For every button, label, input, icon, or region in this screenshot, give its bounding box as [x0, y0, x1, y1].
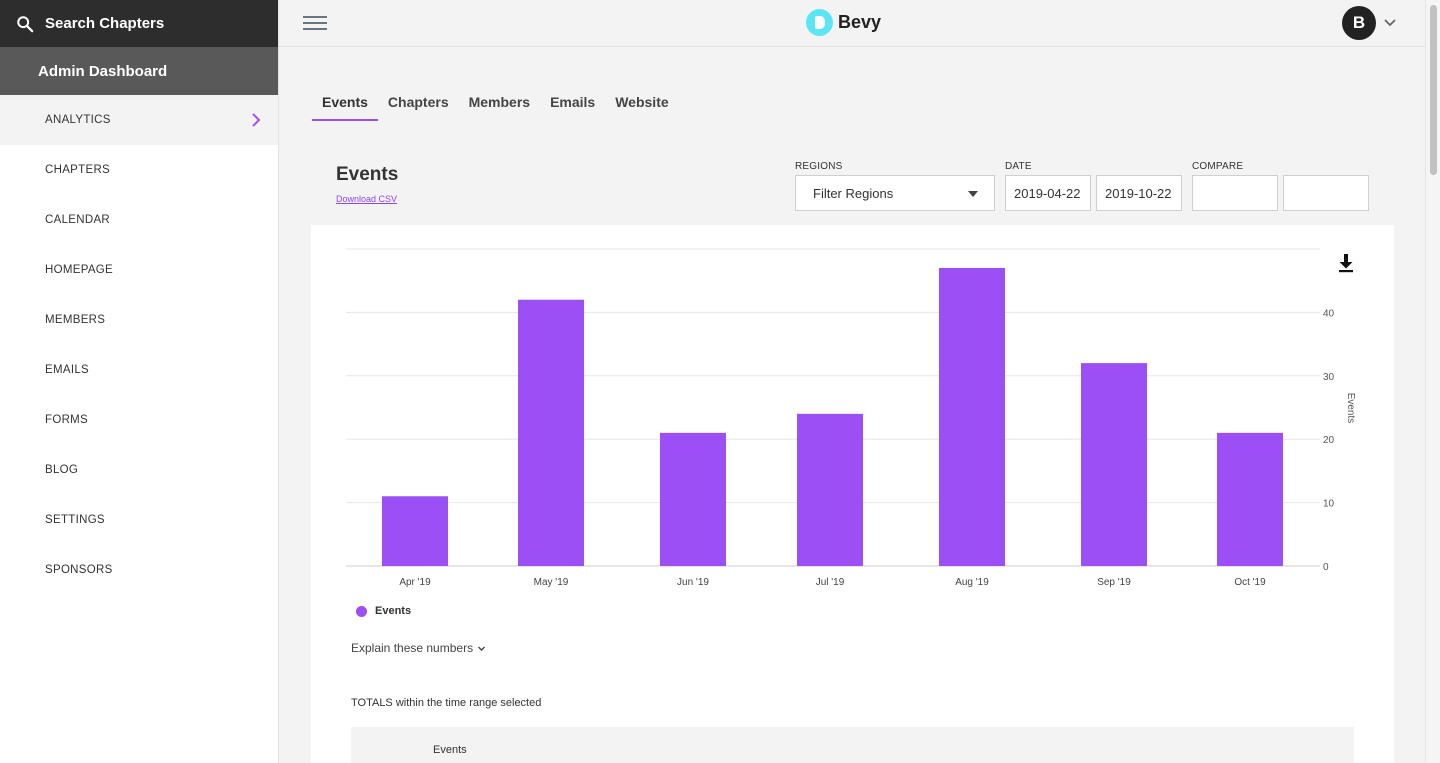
bevy-logo-icon [806, 9, 833, 36]
regions-select[interactable]: Filter Regions [795, 175, 995, 211]
avatar[interactable]: B [1342, 6, 1376, 40]
sidebar-item-label: SPONSORS [45, 564, 113, 576]
tab-emails[interactable]: Emails [540, 86, 605, 121]
sidebar-item-homepage[interactable]: HOMEPAGE [0, 245, 278, 295]
sidebar-item-label: CALENDAR [45, 214, 111, 226]
admin-dashboard-header[interactable]: Admin Dashboard [0, 47, 278, 95]
sidebar-item-emails[interactable]: EMAILS [0, 345, 278, 395]
x-tick-label: May '19 [534, 577, 569, 588]
bar [1217, 432, 1283, 566]
chevron-down-icon [478, 646, 486, 651]
sidebar-item-forms[interactable]: FORMS [0, 395, 278, 445]
caret-down-icon [968, 191, 978, 197]
date-start-input[interactable]: 2019-04-22 [1005, 175, 1091, 211]
download-icon[interactable] [1338, 253, 1354, 273]
tab-members[interactable]: Members [459, 86, 540, 121]
avatar-initial: B [1352, 13, 1366, 32]
explain-numbers-toggle[interactable]: Explain these numbers [351, 641, 486, 655]
chart-legend[interactable]: Events [356, 605, 411, 617]
bar [1081, 363, 1147, 566]
y-tick-label: 20 [1323, 435, 1335, 446]
totals-table: Events [351, 727, 1354, 763]
sidebar-item-members[interactable]: MEMBERS [0, 295, 278, 345]
sidebar-item-sponsors[interactable]: SPONSORS [0, 545, 278, 595]
download-csv-link[interactable]: Download CSV [336, 194, 397, 204]
y-tick-label: 40 [1323, 308, 1335, 319]
compare-start-input[interactable] [1192, 175, 1278, 211]
sidebar-item-label: CHAPTERS [45, 164, 111, 176]
bevy-logo[interactable]: Bevy [806, 9, 881, 36]
sidebar-item-calendar[interactable]: CALENDAR [0, 195, 278, 245]
y-tick-label: 30 [1323, 372, 1335, 383]
events-bar-chart: 0 10 20 30 40 Events Apr '19 May '19 Jun '19 Jul … [346, 248, 1356, 588]
sidebar-item-label: BLOG [45, 464, 79, 476]
date-end-input[interactable]: 2019-10-22 [1096, 175, 1182, 211]
chevron-right-icon [252, 113, 261, 127]
sidebar-item-label: HOMEPAGE [45, 264, 114, 276]
compare-label: COMPARE [1192, 161, 1244, 172]
page-scrollbar[interactable] [1425, 0, 1440, 763]
bar [518, 299, 584, 566]
sidebar-item-label: ANALYTICS [45, 114, 111, 126]
bar [939, 268, 1005, 566]
regions-select-value: Filter Regions [813, 185, 894, 201]
analytics-tabs: Events Chapters Members Emails Website [312, 86, 679, 121]
scrollbar-thumb[interactable] [1430, 5, 1437, 175]
x-tick-label: Apr '19 [399, 577, 431, 588]
date-end-value: 2019-10-22 [1105, 185, 1172, 201]
chevron-down-icon[interactable] [1383, 16, 1397, 30]
sidebar-item-analytics[interactable]: ANALYTICS [0, 95, 278, 145]
x-tick-label: Jul '19 [816, 577, 845, 588]
y-axis-label: Events [1345, 393, 1356, 424]
bar [382, 496, 448, 566]
events-chart-card: 0 10 20 30 40 Events Apr '19 May '19 Jun '19 Jul … [311, 225, 1394, 763]
search-icon [17, 15, 34, 32]
tab-website[interactable]: Website [605, 86, 678, 121]
date-start-value: 2019-04-22 [1014, 185, 1081, 201]
explain-label: Explain these numbers [351, 641, 474, 655]
hamburger-menu-icon[interactable] [303, 13, 327, 33]
totals-column-header: Events [433, 744, 467, 756]
search-chapters-button[interactable]: Search Chapters [0, 0, 278, 47]
search-chapters-label: Search Chapters [45, 15, 165, 32]
legend-swatch [356, 605, 367, 617]
tab-chapters[interactable]: Chapters [378, 86, 459, 121]
page-title: Events [336, 164, 399, 185]
legend-label: Events [375, 605, 412, 617]
compare-end-input[interactable] [1283, 175, 1369, 211]
sidebar-item-label: FORMS [45, 414, 89, 426]
sidebar: Search Chapters Admin Dashboard ANALYTIC… [0, 0, 279, 763]
tab-events[interactable]: Events [312, 86, 378, 121]
top-bar: Bevy B [279, 0, 1425, 47]
sidebar-item-label: EMAILS [45, 364, 89, 376]
x-tick-label: Aug '19 [955, 577, 989, 588]
date-label: DATE [1005, 161, 1032, 172]
sidebar-item-settings[interactable]: SETTINGS [0, 495, 278, 545]
sidebar-item-label: MEMBERS [45, 314, 106, 326]
regions-label: REGIONS [795, 161, 843, 172]
sidebar-item-label: SETTINGS [45, 514, 105, 526]
sidebar-item-blog[interactable]: BLOG [0, 445, 278, 495]
x-tick-label: Oct '19 [1234, 577, 1266, 588]
y-tick-label: 0 [1323, 562, 1329, 573]
sidebar-nav: ANALYTICS CHAPTERS CALENDAR HOMEPAGE MEM… [0, 95, 278, 595]
y-tick-label: 10 [1323, 499, 1335, 510]
bar [797, 413, 863, 566]
totals-heading: TOTALS within the time range selected [351, 697, 542, 709]
x-tick-label: Sep '19 [1097, 577, 1131, 588]
x-tick-label: Jun '19 [677, 577, 709, 588]
sidebar-item-chapters[interactable]: CHAPTERS [0, 145, 278, 195]
logo-text: Bevy [838, 12, 882, 32]
admin-dashboard-label: Admin Dashboard [38, 62, 168, 80]
bar [660, 432, 726, 566]
